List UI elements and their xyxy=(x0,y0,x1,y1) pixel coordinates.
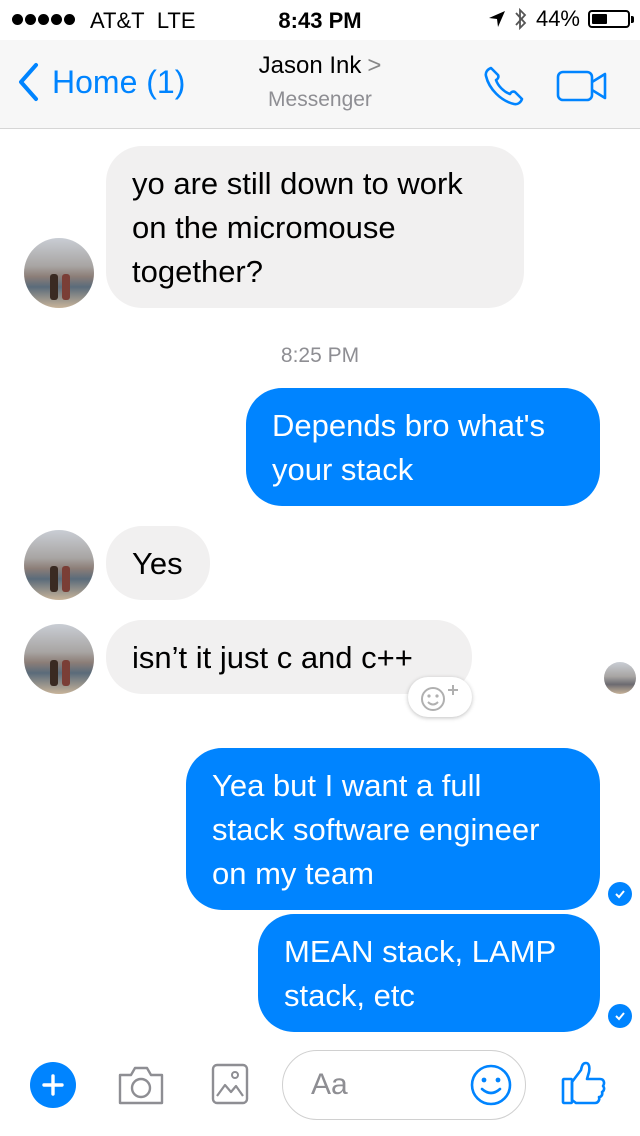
contact-title: Jason Ink > xyxy=(0,52,640,80)
battery-icon xyxy=(588,10,634,28)
check-circle-icon xyxy=(608,1004,632,1028)
contact-avatar[interactable] xyxy=(24,624,94,694)
bluetooth-icon xyxy=(515,7,527,31)
message-text: Yes xyxy=(132,546,183,581)
message-bubble-outgoing[interactable]: Depends bro what's your stack xyxy=(246,388,600,506)
gallery-icon[interactable] xyxy=(210,1062,250,1106)
status-bar: AT&T LTE 8:43 PM 44% xyxy=(0,0,640,40)
message-bubble-incoming[interactable]: yo are still down to work on the micromo… xyxy=(106,146,524,308)
message-input-placeholder: Aa xyxy=(311,1068,348,1101)
emoji-icon[interactable] xyxy=(469,1063,513,1107)
message-bubble-incoming[interactable]: Yes xyxy=(106,526,210,600)
message-text: MEAN stack, LAMP stack, etc xyxy=(284,934,557,1013)
battery-percent: 44% xyxy=(535,6,580,31)
message-input[interactable]: Aa xyxy=(282,1050,526,1120)
status-indicators: 44% xyxy=(488,6,634,32)
composer-bar: Aa xyxy=(0,1032,640,1136)
plus-icon xyxy=(42,1074,64,1096)
chevron-right-icon: > xyxy=(367,52,382,79)
location-icon xyxy=(488,11,505,27)
contact-name: Jason Ink xyxy=(258,52,362,79)
video-camera-icon[interactable] xyxy=(556,70,608,102)
contact-avatar[interactable] xyxy=(24,530,94,600)
contact-avatar[interactable] xyxy=(24,238,94,308)
message-text: yo are still down to work on the micromo… xyxy=(132,166,463,289)
message-text: isn’t it just c and c++ xyxy=(132,640,413,675)
phone-icon[interactable] xyxy=(482,64,526,108)
more-actions-button[interactable] xyxy=(30,1062,76,1108)
add-reaction-button[interactable] xyxy=(408,677,472,717)
camera-icon[interactable] xyxy=(116,1063,166,1107)
add-reaction-icon xyxy=(421,685,458,711)
conversation-header: Home (1) Jason Ink > Messenger xyxy=(0,40,640,129)
message-text: Yea but I want a full stack software eng… xyxy=(212,768,540,891)
check-circle-icon xyxy=(608,882,632,906)
seen-avatar xyxy=(604,662,636,694)
message-timestamp: 8:25 PM xyxy=(280,344,360,367)
contact-info[interactable]: Jason Ink > Messenger xyxy=(0,52,640,112)
message-text: Depends bro what's your stack xyxy=(272,408,546,487)
thumbs-up-icon[interactable] xyxy=(560,1060,608,1106)
message-bubble-outgoing[interactable]: Yea but I want a full stack software eng… xyxy=(186,748,600,910)
contact-subtitle: Messenger xyxy=(268,88,372,111)
message-bubble-outgoing[interactable]: MEAN stack, LAMP stack, etc xyxy=(258,914,600,1032)
